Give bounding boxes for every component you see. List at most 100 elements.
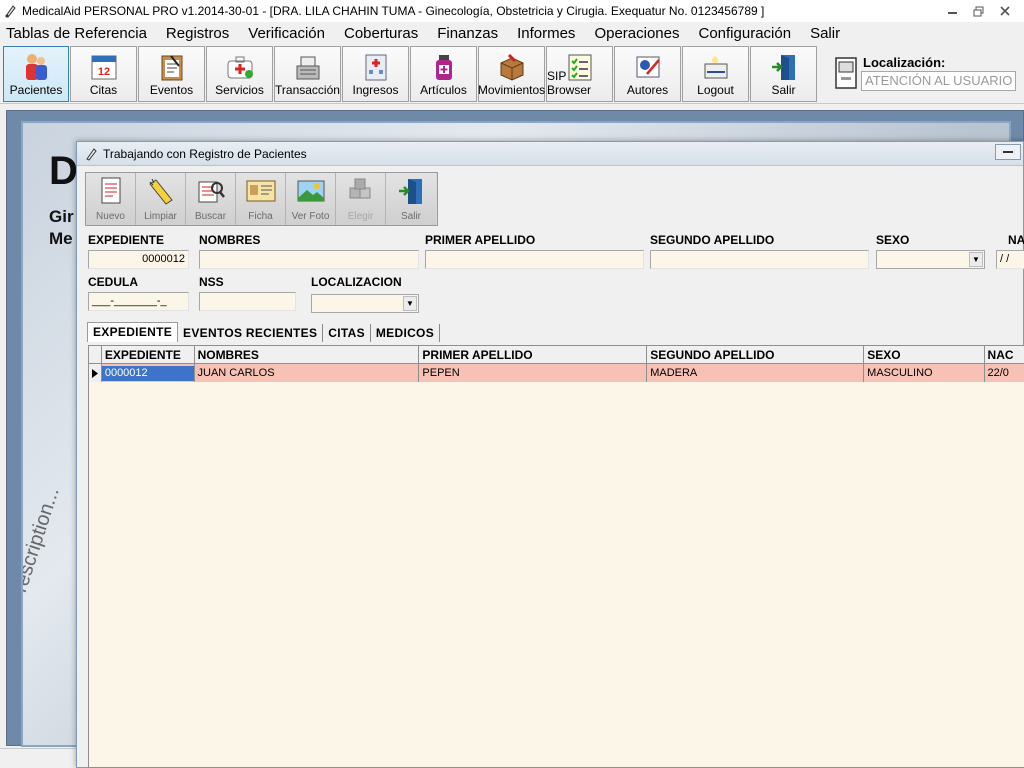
toolbar-logout-button[interactable]: Logout — [682, 46, 749, 102]
toolbar-salir-button[interactable]: Salir — [750, 46, 817, 102]
clipboard-icon — [161, 55, 182, 81]
exit-door-icon — [399, 179, 422, 204]
certificate-icon — [636, 56, 660, 78]
menu-configuracion[interactable]: Configuración — [699, 25, 792, 42]
nombres-field[interactable] — [199, 250, 419, 269]
search-records-icon — [198, 181, 225, 203]
chevron-down-icon[interactable]: ▼ — [969, 252, 983, 267]
toolbar-articulos-button[interactable]: Artículos — [410, 46, 477, 102]
localizacion-label: LOCALIZACION — [311, 275, 402, 289]
id-card-icon — [246, 180, 275, 202]
column-header-primer-apellido[interactable]: PRIMER APELLIDO — [419, 346, 648, 364]
menu-coberturas[interactable]: Coberturas — [344, 25, 418, 42]
background-title: D — [49, 149, 78, 193]
menu-informes[interactable]: Informes — [517, 25, 575, 42]
patients-window-titlebar: Trabajando con Registro de Pacientes — [77, 142, 1023, 166]
background-watermark: Prescription... — [21, 484, 64, 608]
segundo-apellido-field[interactable] — [650, 250, 869, 269]
ficha-button[interactable]: Ficha — [236, 173, 286, 225]
eraser-icon — [148, 178, 173, 205]
patients-grid: EXPEDIENTE NOMBRES PRIMER APELLIDO SEGUN… — [88, 345, 1024, 768]
box-icon — [500, 53, 523, 81]
new-document-icon — [101, 177, 120, 204]
menu-registros[interactable]: Registros — [166, 25, 229, 42]
cell-expediente[interactable]: 0000012 — [101, 365, 194, 381]
toolbar-eventos-button[interactable]: Eventos — [138, 46, 205, 102]
cell-primer-apellido[interactable]: PEPEN — [419, 364, 648, 382]
column-header-expediente[interactable]: EXPEDIENTE — [102, 346, 195, 364]
table-row[interactable]: 0000012 JUAN CARLOS PEPEN MADERA MASCULI… — [89, 364, 1024, 382]
location-field[interactable]: ATENCIÓN AL USUARIO — [861, 71, 1016, 91]
menu-tablas-de-referencia[interactable]: Tablas de Referencia — [6, 25, 147, 42]
sexo-select[interactable]: ▼ — [876, 250, 985, 269]
toolbar-movimientos-button[interactable]: Movimientos — [478, 46, 545, 102]
expediente-field[interactable]: 0000012 — [88, 250, 189, 269]
tab-citas[interactable]: CITAS — [323, 324, 371, 342]
column-header-nombres[interactable]: NOMBRES — [195, 346, 420, 364]
localizacion-select[interactable]: ▼ — [311, 294, 419, 313]
medicine-bottle-icon — [435, 55, 452, 80]
logout-icon — [704, 56, 727, 79]
location-label: Localización: — [863, 55, 946, 70]
cell-segundo-apellido[interactable]: MADERA — [647, 364, 865, 382]
minimize-icon[interactable] — [940, 2, 966, 20]
primer-apellido-label: PRIMER APELLIDO — [425, 233, 536, 247]
ver-foto-button[interactable]: Ver Foto — [286, 173, 336, 225]
row-pointer-icon — [89, 364, 102, 382]
nss-field[interactable] — [199, 292, 296, 311]
elegir-button[interactable]: Elegir — [336, 173, 386, 225]
nacimiento-label: NA — [1008, 233, 1024, 247]
background-line-2: Me — [49, 229, 73, 248]
salir-window-button[interactable]: Salir — [386, 173, 436, 225]
app-icon — [5, 5, 16, 18]
menu-salir[interactable]: Salir — [810, 25, 840, 42]
nacimiento-field[interactable]: / / — [996, 250, 1024, 269]
cell-sexo[interactable]: MASCULINO — [864, 364, 985, 382]
svg-text:12: 12 — [97, 66, 109, 78]
nuevo-button[interactable]: Nuevo — [86, 173, 136, 225]
nombres-label: NOMBRES — [199, 233, 261, 247]
cash-register-icon — [296, 56, 319, 80]
menu-operaciones[interactable]: Operaciones — [594, 25, 679, 42]
pencil-icon — [86, 147, 97, 161]
toolbar-transaccion-button[interactable]: Transacción — [274, 46, 341, 102]
cubes-icon — [349, 178, 370, 199]
menu-bar: Tablas de Referencia Registros Verificac… — [0, 22, 1024, 44]
toolbar-citas-button[interactable]: 12 Citas — [70, 46, 137, 102]
patients-toolbar: Nuevo Limpiar Buscar Ficha Ver Foto Eleg… — [85, 172, 438, 226]
cell-nacimiento[interactable]: 22/0 — [985, 364, 1024, 382]
menu-verificacion[interactable]: Verificación — [248, 25, 325, 42]
patients-window-title: Trabajando con Registro de Pacientes — [103, 146, 307, 161]
expediente-label: EXPEDIENTE — [88, 233, 165, 247]
record-tabs: EXPEDIENTE EVENTOS RECIENTES CITAS MEDIC… — [87, 322, 440, 342]
column-header-nacimiento[interactable]: NAC — [985, 346, 1024, 364]
tab-expediente[interactable]: EXPEDIENTE — [87, 322, 179, 342]
toolbar-autores-button[interactable]: Autores — [614, 46, 681, 102]
computer-icon — [835, 57, 857, 89]
background-line-1: Gir — [49, 207, 74, 226]
cedula-label: CEDULA — [88, 275, 138, 289]
calendar-icon: 12 — [91, 55, 116, 80]
tab-eventos-recientes[interactable]: EVENTOS RECIENTES — [178, 324, 324, 342]
buscar-button[interactable]: Buscar — [186, 173, 236, 225]
cell-nombres[interactable]: JUAN CARLOS — [195, 364, 420, 382]
toolbar-servicios-button[interactable]: Servicios — [206, 46, 273, 102]
column-header-sexo[interactable]: SEXO — [864, 346, 985, 364]
toolbar-sip-browser-button[interactable]: SIP Browser — [546, 46, 613, 102]
chevron-down-icon[interactable]: ▼ — [403, 296, 417, 311]
menu-finanzas[interactable]: Finanzas — [437, 25, 498, 42]
cedula-field[interactable]: ___-_______-_ — [88, 292, 189, 311]
close-icon[interactable] — [992, 2, 1018, 20]
patients-icon — [26, 54, 47, 80]
column-header-segundo-apellido[interactable]: SEGUNDO APELLIDO — [647, 346, 865, 364]
title-bar: MedicalAid PERSONAL PRO v1.2014-30-01 - … — [0, 0, 1024, 22]
primer-apellido-field[interactable] — [425, 250, 644, 269]
restore-icon[interactable] — [966, 2, 992, 20]
toolbar-pacientes-button[interactable]: Pacientes — [3, 46, 69, 102]
limpiar-button[interactable]: Limpiar — [136, 173, 186, 225]
tab-medicos[interactable]: MEDICOS — [371, 324, 440, 342]
toolbar-ingresos-button[interactable]: Ingresos — [342, 46, 409, 102]
nss-label: NSS — [199, 275, 224, 289]
grid-header: EXPEDIENTE NOMBRES PRIMER APELLIDO SEGUN… — [89, 346, 1024, 364]
child-minimize-button[interactable] — [995, 144, 1021, 160]
